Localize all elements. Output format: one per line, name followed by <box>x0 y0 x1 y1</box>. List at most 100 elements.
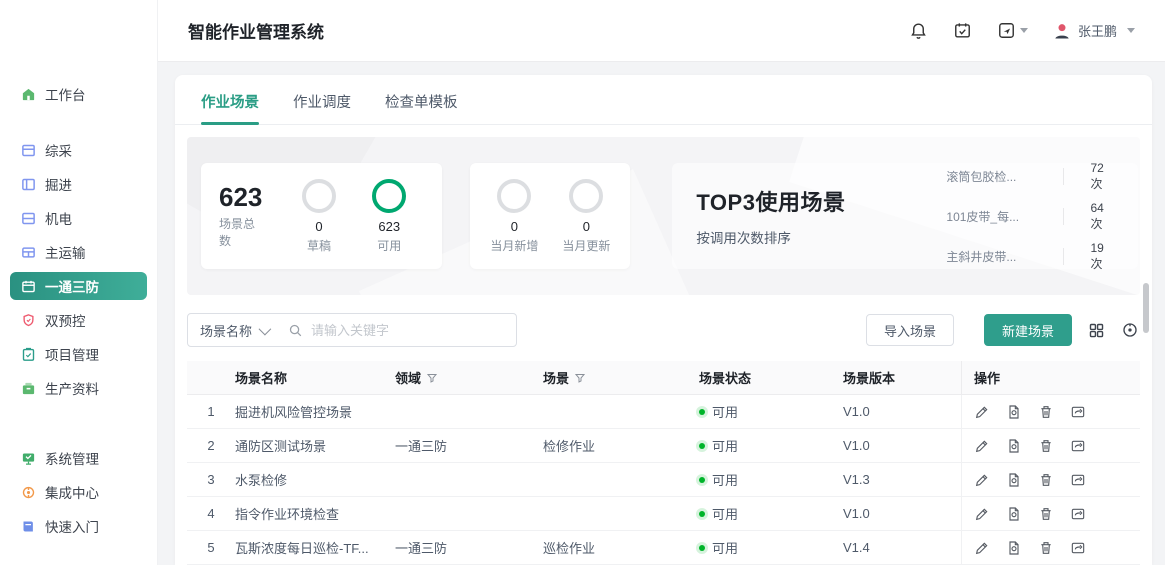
top-bar: 智能作业管理系统 张王鹏 <box>158 0 1165 62</box>
document-icon[interactable] <box>1006 471 1023 488</box>
username: 张王鹏 <box>1078 21 1117 40</box>
delete-icon[interactable] <box>1038 403 1055 420</box>
row-index: 1 <box>187 404 235 419</box>
search-field-select[interactable]: 场景名称 <box>200 321 268 340</box>
table-row[interactable]: 1 掘进机风险管控场景 可用 V1.0 <box>187 395 1140 429</box>
filter-icon[interactable] <box>426 372 438 384</box>
scene-total-label: 场景总数 <box>219 215 266 249</box>
status-dot <box>699 545 705 551</box>
materials-icon <box>20 380 36 396</box>
document-icon[interactable] <box>1006 505 1023 522</box>
sidebar-item-label: 机电 <box>45 208 72 228</box>
edit-icon[interactable] <box>974 437 991 454</box>
status-label: 可用 <box>712 470 738 489</box>
document-icon[interactable] <box>1006 403 1023 420</box>
edit-icon[interactable] <box>974 403 991 420</box>
scrollbar-thumb[interactable] <box>1143 283 1149 333</box>
col-header-version: 场景版本 <box>843 368 961 387</box>
sidebar-item-mining[interactable]: 综采 <box>10 136 147 164</box>
sidebar-item-label: 项目管理 <box>45 344 99 364</box>
col-header-scene-label: 场景 <box>543 368 569 387</box>
search-input[interactable] <box>311 323 504 338</box>
cell-scene-name: 掘进机风险管控场景 <box>235 402 395 421</box>
excavation-panel-icon <box>20 176 36 192</box>
sidebar-item-label: 一通三防 <box>45 276 99 296</box>
sidebar-item-transport[interactable]: 主运输 <box>10 238 147 266</box>
notification-bell-icon[interactable] <box>909 21 929 41</box>
sidebar-item-electromechanical[interactable]: 机电 <box>10 204 147 232</box>
draft-value: 0 <box>315 219 322 234</box>
status-label: 可用 <box>712 402 738 421</box>
row-index: 4 <box>187 506 235 521</box>
delete-icon[interactable] <box>1038 471 1055 488</box>
filter-icon[interactable] <box>574 372 586 384</box>
top3-item-name: 主斜井皮带... <box>946 248 1064 265</box>
sidebar-item-workbench[interactable]: 工作台 <box>10 80 147 108</box>
table-row[interactable]: 4 指令作业环境检查 可用 V1.0 <box>187 497 1140 531</box>
tab-work-scene[interactable]: 作业场景 <box>201 91 259 124</box>
sidebar-item-excavation[interactable]: 掘进 <box>10 170 147 198</box>
sidebar-item-quickstart[interactable]: 快速入门 <box>10 512 147 540</box>
available-ring <box>372 179 406 213</box>
sidebar-item-ventilation[interactable]: 一通三防 <box>10 272 147 300</box>
top3-item-count: 64次 <box>1090 201 1113 232</box>
create-scene-button[interactable]: 新建场景 <box>984 314 1072 346</box>
table-row[interactable]: 2 通防区测试场景 一通三防 检修作业 可用 V1.0 <box>187 429 1140 463</box>
table-row[interactable]: 3 水泵检修 可用 V1.3 <box>187 463 1140 497</box>
export-icon[interactable] <box>1070 471 1087 488</box>
row-index: 3 <box>187 472 235 487</box>
document-icon[interactable] <box>1006 539 1023 556</box>
edit-icon[interactable] <box>974 505 991 522</box>
tab-bar: 作业场景 作业调度 检查单模板 <box>175 75 1152 125</box>
user-menu[interactable]: 张王鹏 <box>1052 21 1135 41</box>
grid-view-icon[interactable] <box>1086 320 1106 340</box>
status-dot <box>699 409 705 415</box>
sidebar-item-project[interactable]: 项目管理 <box>10 340 147 368</box>
cell-scene: 巡检作业 <box>543 538 699 557</box>
edit-icon[interactable] <box>974 471 991 488</box>
search-field-label: 场景名称 <box>200 321 252 340</box>
top3-item-name: 滚筒包胶检... <box>946 168 1064 185</box>
top3-panel: TOP3使用场景 按调用次数排序 滚筒包胶检... 72次 101皮带_每...… <box>672 163 1137 269</box>
draft-label: 草稿 <box>307 237 331 254</box>
cell-version: V1.0 <box>843 438 961 453</box>
calendar-icon[interactable] <box>953 21 973 41</box>
search-icon <box>288 323 303 338</box>
top3-item: 主斜井皮带... 19次 <box>946 241 1113 272</box>
export-icon[interactable] <box>1070 505 1087 522</box>
stats-banner: 623 场景总数 0 草稿 623 可用 <box>187 137 1140 295</box>
mining-panel-icon <box>20 142 36 158</box>
export-icon[interactable] <box>1070 403 1087 420</box>
cell-scene-name: 瓦斯浓度每日巡检-TF... <box>235 538 395 557</box>
top3-item-name: 101皮带_每... <box>946 208 1064 225</box>
sidebar-item-dual-control[interactable]: 双预控 <box>10 306 147 334</box>
table-row[interactable]: 5 瓦斯浓度每日巡检-TF... 一通三防 巡检作业 可用 V1.4 <box>187 531 1140 565</box>
status-label: 可用 <box>712 538 738 557</box>
sidebar-item-integration[interactable]: 集成中心 <box>10 478 147 506</box>
status-label: 可用 <box>712 436 738 455</box>
status-dot <box>699 511 705 517</box>
delete-icon[interactable] <box>1038 539 1055 556</box>
export-icon[interactable] <box>1070 539 1087 556</box>
scene-table: 场景名称 领域 场景 场景状态 场景版本 <box>187 361 1140 565</box>
status-dot <box>699 443 705 449</box>
app-launcher-icon[interactable] <box>997 21 1028 41</box>
import-scene-button[interactable]: 导入场景 <box>866 314 954 346</box>
month-new-value: 0 <box>511 219 518 234</box>
edit-icon[interactable] <box>974 539 991 556</box>
main-card: 作业场景 作业调度 检查单模板 623 场景总数 0 <box>175 75 1152 565</box>
document-icon[interactable] <box>1006 437 1023 454</box>
sidebar-item-label: 双预控 <box>45 310 86 330</box>
row-index: 5 <box>187 540 235 555</box>
available-label: 可用 <box>377 237 401 254</box>
sidebar-item-production[interactable]: 生产资料 <box>10 374 147 402</box>
tab-checklist-template[interactable]: 检查单模板 <box>385 91 458 124</box>
settings-gear-icon[interactable] <box>1120 320 1140 340</box>
col-header-actions: 操作 <box>961 361 1140 394</box>
tab-work-schedule[interactable]: 作业调度 <box>293 91 351 124</box>
delete-icon[interactable] <box>1038 437 1055 454</box>
transport-panel-icon <box>20 244 36 260</box>
export-icon[interactable] <box>1070 437 1087 454</box>
delete-icon[interactable] <box>1038 505 1055 522</box>
sidebar-item-system[interactable]: 系统管理 <box>10 444 147 472</box>
